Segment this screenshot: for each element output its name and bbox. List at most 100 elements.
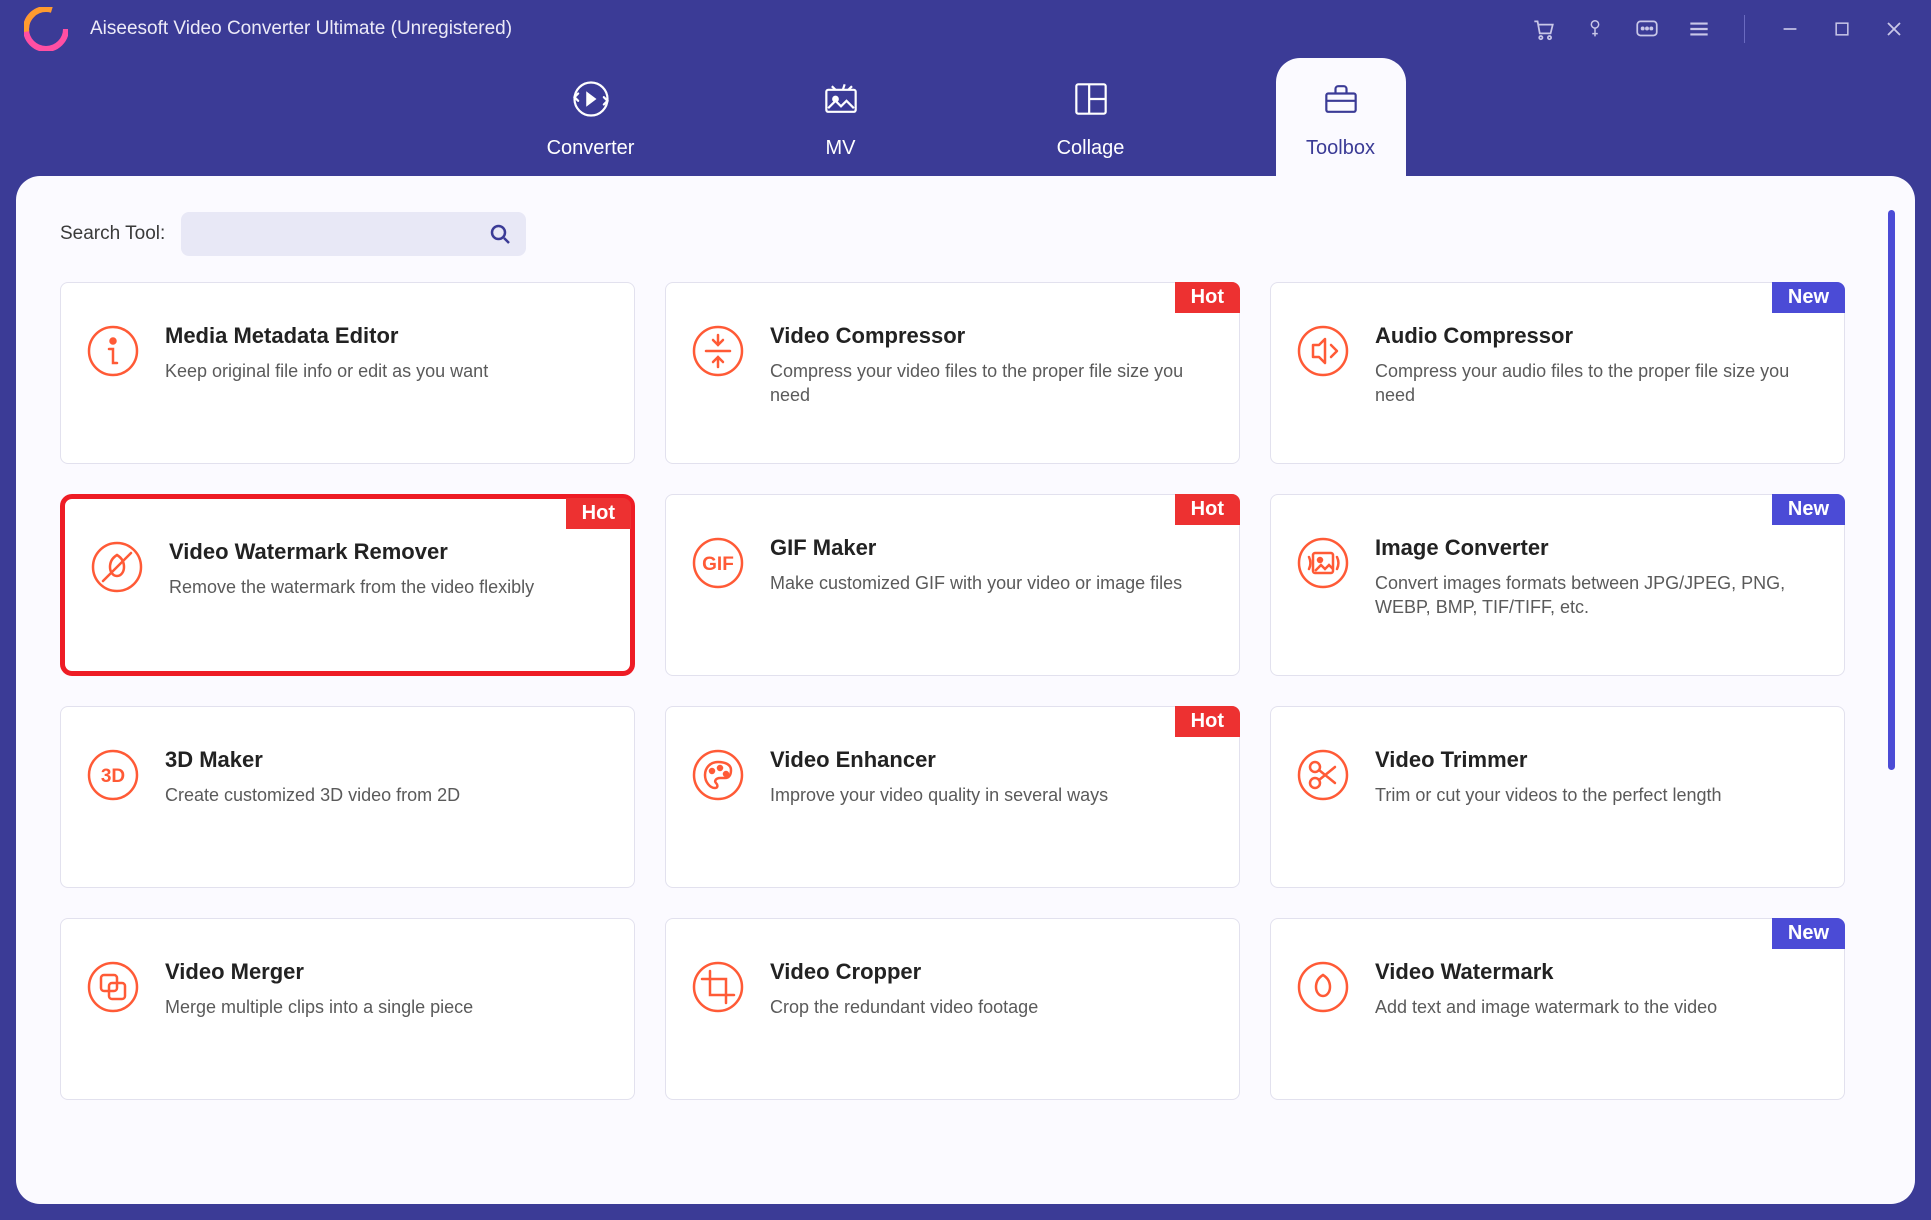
tab-label: Toolbox [1306, 137, 1375, 160]
audio-compress-icon [1295, 323, 1351, 379]
tool-card-body: GIF Maker Make customized GIF with your v… [770, 535, 1182, 595]
tool-description: Trim or cut your videos to the perfect l… [1375, 783, 1722, 807]
tool-card-body: Audio Compressor Compress your audio file… [1375, 323, 1820, 408]
tool-title: Video Trimmer [1375, 747, 1722, 773]
tool-card-video-compressor[interactable]: Hot Video Compressor Compress your video f… [665, 282, 1240, 464]
vertical-scrollbar[interactable] [1888, 210, 1895, 770]
tab-converter[interactable]: Converter [526, 58, 656, 176]
titlebar-divider [1744, 15, 1745, 43]
tool-title: Video Merger [165, 959, 473, 985]
hot-badge: Hot [1175, 494, 1240, 525]
tool-card-audio-compressor[interactable]: New Audio Compressor Compress your audio f… [1270, 282, 1845, 464]
3d-icon: 3D [85, 747, 141, 803]
crop-icon [690, 959, 746, 1015]
tool-card-body: Video Trimmer Trim or cut your videos to … [1375, 747, 1722, 807]
tool-card-video-watermark-remover[interactable]: Hot Video Watermark Remover Remove the wat… [60, 494, 635, 676]
tool-title: Audio Compressor [1375, 323, 1820, 349]
minimize-button[interactable] [1777, 16, 1803, 42]
tool-description: Crop the redundant video footage [770, 995, 1038, 1019]
merge-icon [85, 959, 141, 1015]
image-convert-icon [1295, 535, 1351, 591]
tab-label: Converter [547, 137, 635, 160]
gif-icon: GIF [690, 535, 746, 591]
tab-collage[interactable]: Collage [1026, 58, 1156, 176]
tab-mv[interactable]: MV [776, 58, 906, 176]
new-badge: New [1772, 918, 1845, 949]
maximize-button[interactable] [1829, 16, 1855, 42]
converter-icon [569, 77, 613, 121]
tool-card-video-merger[interactable]: Video Merger Merge multiple clips into a … [60, 918, 635, 1100]
content-area: Search Tool: Media Metadata Editor Keep o… [16, 176, 1915, 1204]
close-button[interactable] [1881, 16, 1907, 42]
tool-card-body: Image Converter Convert images formats be… [1375, 535, 1820, 620]
tool-card-gif-maker[interactable]: Hot GIF GIF Maker Make customized GIF with … [665, 494, 1240, 676]
tool-description: Compress your audio files to the proper … [1375, 359, 1820, 408]
tool-description: Add text and image watermark to the vide… [1375, 995, 1717, 1019]
new-badge: New [1772, 282, 1845, 313]
tool-card-video-enhancer[interactable]: Hot Video Enhancer Improve your video qual… [665, 706, 1240, 888]
tool-title: Video Watermark Remover [169, 539, 534, 565]
tool-description: Merge multiple clips into a single piece [165, 995, 473, 1019]
tool-card-body: Video Compressor Compress your video file… [770, 323, 1215, 408]
palette-icon [690, 747, 746, 803]
tool-description: Create customized 3D video from 2D [165, 783, 460, 807]
tool-card-body: Video Watermark Remover Remove the waterm… [169, 539, 534, 599]
tool-title: Video Compressor [770, 323, 1215, 349]
tool-card-video-cropper[interactable]: Video Cropper Crop the redundant video fo… [665, 918, 1240, 1100]
tool-card-video-watermark[interactable]: New Video Watermark Add text and image wat… [1270, 918, 1845, 1100]
tool-title: Video Enhancer [770, 747, 1108, 773]
compress-icon [690, 323, 746, 379]
tool-card-image-converter[interactable]: New Image Converter Convert images formats… [1270, 494, 1845, 676]
app-title: Aiseesoft Video Converter Ultimate (Unre… [90, 18, 512, 40]
titlebar-controls [1530, 15, 1907, 43]
tool-card-body: Video Merger Merge multiple clips into a … [165, 959, 473, 1019]
cart-icon[interactable] [1530, 16, 1556, 42]
new-badge: New [1772, 494, 1845, 525]
app-window: Aiseesoft Video Converter Ultimate (Unre… [0, 0, 1931, 1220]
tool-title: GIF Maker [770, 535, 1182, 561]
hot-badge: Hot [1175, 706, 1240, 737]
key-icon[interactable] [1582, 16, 1608, 42]
tool-title: 3D Maker [165, 747, 460, 773]
tool-description: Convert images formats between JPG/JPEG,… [1375, 571, 1820, 620]
search-icon[interactable] [488, 222, 512, 246]
hot-badge: Hot [1175, 282, 1240, 313]
mv-icon [819, 77, 863, 121]
toolbox-icon [1319, 77, 1363, 121]
svg-text:3D: 3D [101, 766, 125, 787]
search-row: Search Tool: [60, 212, 1871, 256]
tool-description: Make customized GIF with your video or i… [770, 571, 1182, 595]
titlebar: Aiseesoft Video Converter Ultimate (Unre… [0, 0, 1931, 58]
hot-badge: Hot [566, 498, 631, 529]
tab-label: MV [826, 137, 856, 160]
scissors-icon [1295, 747, 1351, 803]
tool-description: Keep original file info or edit as you w… [165, 359, 488, 383]
tool-card-3d-maker[interactable]: 3D 3D Maker Create customized 3D video fro… [60, 706, 635, 888]
tool-title: Video Cropper [770, 959, 1038, 985]
feedback-icon[interactable] [1634, 16, 1660, 42]
tool-title: Media Metadata Editor [165, 323, 488, 349]
tool-card-body: Video Cropper Crop the redundant video fo… [770, 959, 1038, 1019]
info-icon [85, 323, 141, 379]
tool-card-body: Media Metadata Editor Keep original file … [165, 323, 488, 383]
watermark-remove-icon [89, 539, 145, 595]
tab-toolbox[interactable]: Toolbox [1276, 58, 1406, 176]
tool-card-media-metadata-editor[interactable]: Media Metadata Editor Keep original file … [60, 282, 635, 464]
tool-card-video-trimmer[interactable]: Video Trimmer Trim or cut your videos to … [1270, 706, 1845, 888]
menu-icon[interactable] [1686, 16, 1712, 42]
svg-text:GIF: GIF [702, 554, 734, 575]
search-label: Search Tool: [60, 223, 165, 245]
tool-title: Video Watermark [1375, 959, 1717, 985]
tool-description: Improve your video quality in several wa… [770, 783, 1108, 807]
search-box[interactable] [181, 212, 526, 256]
tool-card-body: 3D Maker Create customized 3D video from … [165, 747, 460, 807]
tools-grid: Media Metadata Editor Keep original file … [60, 282, 1871, 1100]
search-input[interactable] [195, 224, 488, 244]
tool-card-body: Video Enhancer Improve your video quality… [770, 747, 1108, 807]
tool-description: Compress your video files to the proper … [770, 359, 1215, 408]
tool-description: Remove the watermark from the video flex… [169, 575, 534, 599]
tool-title: Image Converter [1375, 535, 1820, 561]
tab-label: Collage [1057, 137, 1125, 160]
collage-icon [1069, 77, 1113, 121]
tool-card-body: Video Watermark Add text and image waterm… [1375, 959, 1717, 1019]
